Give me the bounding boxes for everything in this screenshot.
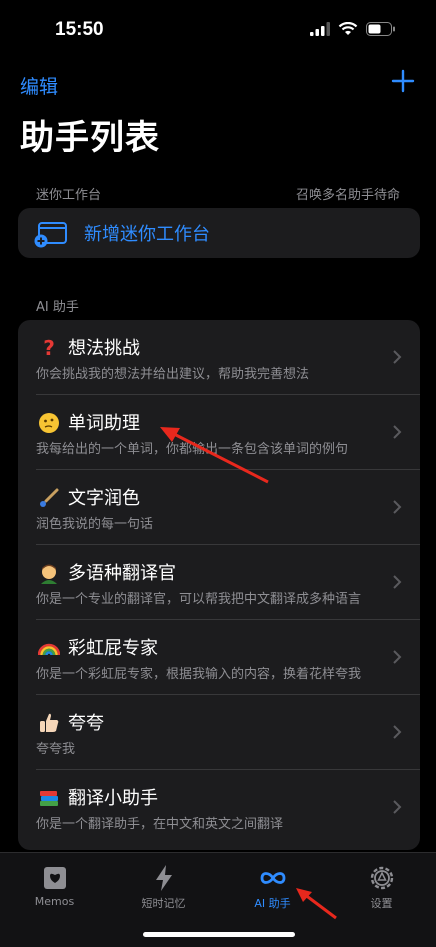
books-icon — [40, 791, 58, 806]
thumbs-up-icon — [40, 713, 59, 732]
mini-section-note: 召唤多名助手待命 — [295, 188, 400, 203]
mini-section-header: 迷你工作台 — [36, 188, 102, 203]
annotation-arrow-icon — [160, 427, 269, 484]
thinking-face-icon — [39, 413, 59, 433]
tab-settings[interactable]: 设置 — [327, 853, 436, 923]
tab-label: 短时记忆 — [141, 897, 186, 910]
item-title: 翻译小助手 — [68, 788, 158, 809]
add-mini-workspace-button[interactable]: 新增迷你工作台 — [18, 208, 420, 258]
list-item[interactable]: 夸夸 夸夸我 — [18, 695, 420, 770]
status-time: 15:50 — [55, 19, 104, 40]
chevron-right-icon — [393, 800, 402, 814]
ai-section-header: AI 助手 — [36, 300, 79, 315]
infinity-icon — [260, 872, 286, 884]
add-mini-workspace-label: 新增迷你工作台 — [84, 224, 210, 245]
signal-icon — [310, 22, 330, 36]
wifi-icon — [338, 22, 358, 35]
chevron-right-icon — [393, 725, 402, 739]
home-indicator — [143, 932, 295, 937]
item-title: 彩虹屁专家 — [68, 638, 158, 659]
tab-short-memory[interactable]: 短时记忆 — [109, 853, 218, 923]
gear-icon — [370, 866, 394, 890]
item-subtitle: 你是一个专业的翻译官，可以帮我把中文翻译成多种语言 — [36, 592, 362, 607]
item-title: 夸夸 — [68, 713, 104, 734]
item-subtitle: 润色我说的每一句话 — [36, 517, 154, 532]
page-title: 助手列表 — [20, 118, 160, 158]
item-title: 多语种翻译官 — [68, 563, 176, 584]
item-title: 文字润色 — [68, 488, 140, 509]
question-mark-icon: ? — [43, 337, 55, 359]
battery-icon — [366, 22, 395, 36]
list-item[interactable]: ? 想法挑战 你会挑战我的想法并给出建议，帮助我完善想法 — [18, 320, 420, 395]
tab-label: Memos — [34, 895, 75, 908]
chevron-right-icon — [393, 425, 402, 439]
lightning-icon — [156, 865, 172, 891]
item-title: 单词助理 — [68, 413, 140, 434]
status-bar: 15:50 — [0, 0, 436, 60]
assistant-list: ? 想法挑战 你会挑战我的想法并给出建议，帮助我完善想法 单词助理 我每给出的一… — [18, 320, 420, 850]
item-subtitle: 夸夸我 — [36, 742, 76, 757]
list-item[interactable]: 多语种翻译官 你是一个专业的翻译官，可以帮我把中文翻译成多种语言 — [18, 545, 420, 620]
item-subtitle: 你是一个翻译助手，在中文和英文之间翻译 — [36, 817, 284, 832]
tab-label: 设置 — [370, 897, 393, 910]
status-icons — [310, 22, 396, 36]
chevron-right-icon — [393, 650, 402, 664]
item-subtitle: 你是一个彩虹屁专家，根据我输入的内容，换着花样夸我 — [36, 667, 362, 682]
chevron-right-icon — [393, 350, 402, 364]
paintbrush-icon — [40, 488, 59, 507]
teacher-icon — [41, 564, 57, 584]
list-item[interactable]: 翻译小助手 你是一个翻译助手，在中文和英文之间翻译 — [18, 770, 420, 845]
nav-bar: 编辑 — [0, 64, 436, 104]
add-window-icon — [34, 222, 67, 248]
annotation-arrow-icon — [296, 888, 337, 920]
list-item[interactable]: 彩虹屁专家 你是一个彩虹屁专家，根据我输入的内容，换着花样夸我 — [18, 620, 420, 695]
tab-memos[interactable]: Memos — [0, 853, 109, 923]
svg-text:?: ? — [43, 337, 55, 359]
chevron-right-icon — [393, 500, 402, 514]
item-title: 想法挑战 — [68, 338, 140, 359]
plus-icon[interactable] — [390, 68, 416, 94]
edit-button[interactable]: 编辑 — [20, 72, 58, 99]
chevron-right-icon — [393, 575, 402, 589]
item-subtitle: 你会挑战我的想法并给出建议，帮助我完善想法 — [36, 367, 310, 382]
rainbow-icon — [38, 643, 60, 656]
memos-icon — [44, 867, 66, 889]
